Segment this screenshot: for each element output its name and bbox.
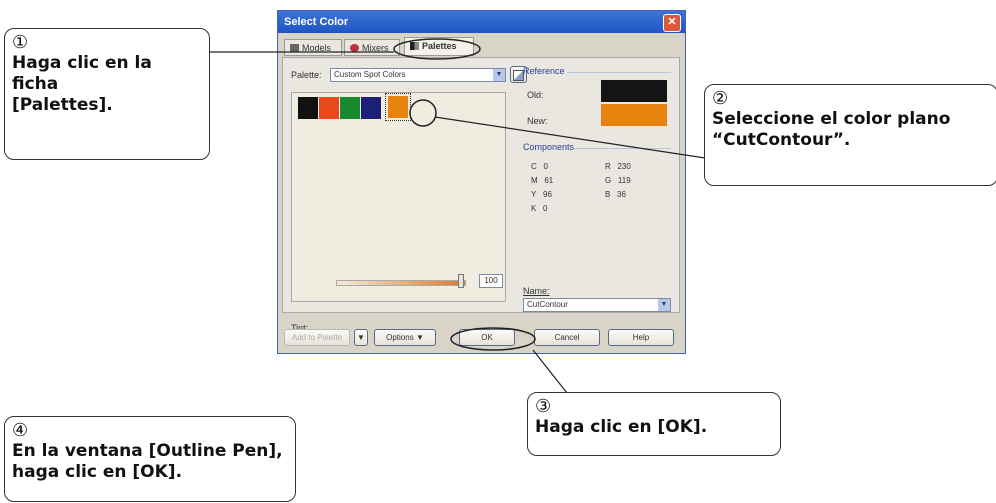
- callout-text: Haga clic en [OK].: [535, 417, 708, 437]
- callout-text: Haga clic en la ficha [Palettes].: [12, 53, 152, 115]
- callout-number: ①: [12, 32, 29, 53]
- callout-text: Seleccione el color plano “CutContour”.: [712, 109, 951, 150]
- ok-button-highlight: [450, 327, 536, 351]
- leader-line-2: [434, 116, 706, 159]
- callout-step-3: ③ Haga clic en [OK].: [527, 392, 781, 456]
- callout-text: En la ventana [Outline Pen], haga clic e…: [12, 441, 283, 482]
- callout-step-4: ④ En la ventana [Outline Pen], haga clic…: [4, 416, 296, 502]
- callout-step-1: ① Haga clic en la ficha [Palettes].: [4, 28, 210, 160]
- callout-number: ④: [12, 420, 29, 441]
- palettes-tab-highlight: [393, 38, 481, 60]
- callout-number: ②: [712, 88, 729, 109]
- callout-step-2: ② Seleccione el color plano “CutContour”…: [704, 84, 996, 186]
- swatch-highlight: [409, 99, 437, 127]
- leader-line-3: [532, 349, 568, 394]
- callout-number: ③: [535, 396, 552, 417]
